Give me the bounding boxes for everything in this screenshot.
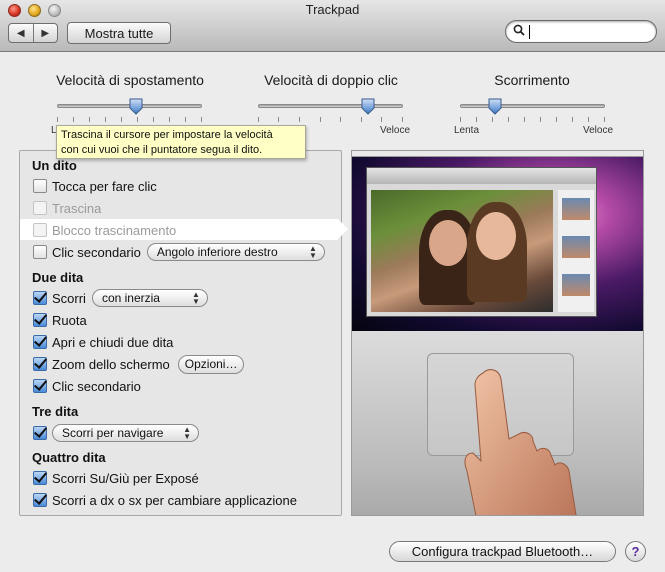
secondary-click-corner-popup[interactable]: Angolo inferiore destro ▲ ▼ [146, 243, 325, 261]
expose-checkbox[interactable] [33, 471, 47, 485]
section-one-finger: Un dito [32, 158, 77, 173]
preview-photo [371, 190, 553, 312]
tap-to-click-checkbox[interactable] [33, 179, 47, 193]
two-finger-scroll-checkbox[interactable] [33, 291, 47, 305]
scrolling-speed-max-label: Veloce [583, 125, 614, 136]
tracking-speed-label: Velocità di spostamento [56, 72, 204, 88]
tap-to-click-label: Tocca per fare clic [52, 178, 157, 194]
double-click-speed-slider[interactable] [258, 104, 403, 108]
scroll-inertia-popup[interactable]: con inerzia ▲ ▼ [91, 289, 208, 307]
three-finger-option[interactable]: Scorri per navigare ▲ ▼ [33, 424, 199, 442]
tracking-speed-thumb[interactable] [129, 98, 143, 115]
pinch-label: Apri e chiudi due dita [52, 334, 174, 350]
one-finger-secondary-click-option[interactable]: Clic secondario Angolo inferiore destro … [33, 243, 325, 261]
window-title: Trackpad [305, 2, 360, 17]
two-finger-secondary-click-checkbox[interactable] [33, 379, 47, 393]
preferences-window: Trackpad ◀ ▶ Mostra tutte Velocità di sp… [0, 0, 665, 572]
popup-arrows-icon: ▲ ▼ [308, 244, 317, 260]
zoom-options-button[interactable]: Opzioni… [177, 354, 245, 374]
three-finger-gesture-popup[interactable]: Scorri per navigare ▲ ▼ [52, 424, 199, 442]
secondary-click-corner-value: Angolo inferiore destro [156, 245, 278, 259]
drag-lock-checkbox [33, 223, 47, 237]
section-three-fingers: Tre dita [32, 404, 79, 419]
scrolling-speed-label: Scorrimento [494, 72, 570, 88]
rotate-checkbox[interactable] [33, 313, 47, 327]
help-button[interactable]: ? [625, 541, 646, 562]
navigation-segment: ◀ ▶ [8, 23, 58, 43]
tracking-speed-tooltip: Trascina il cursore per impostare la vel… [56, 125, 306, 159]
rotate-label: Ruota [52, 312, 87, 328]
two-finger-secondary-click-label: Clic secondario [52, 378, 141, 394]
preview-thumbnail-strip [558, 190, 594, 312]
two-finger-scroll-label: Scorri [52, 290, 86, 306]
section-four-fingers: Quattro dita [32, 450, 106, 465]
hand-icon [447, 361, 597, 515]
preview-menubar [352, 151, 643, 157]
screen-zoom-option[interactable]: Zoom dello schermo Opzioni… [33, 354, 245, 374]
preview-window-toolbar [367, 168, 596, 184]
switch-app-label: Scorri a dx o sx per cambiare applicazio… [52, 492, 297, 508]
tooltip-line-2: con cui vuoi che il puntatore segua il d… [61, 144, 263, 156]
scrolling-speed-min-label: Lenta [454, 125, 480, 136]
popup-arrows-icon: ▲ ▼ [183, 425, 191, 441]
configure-bluetooth-trackpad-button[interactable]: Configura trackpad Bluetooth… [389, 541, 616, 562]
drag-checkbox [33, 201, 47, 215]
double-click-speed-max-label: Veloce [380, 125, 411, 136]
rotate-option[interactable]: Ruota [33, 311, 87, 329]
drag-option: Trascina [33, 199, 101, 217]
scrolling-speed-slider[interactable] [460, 104, 605, 108]
one-finger-secondary-click-label: Clic secondario [52, 244, 141, 260]
switch-app-option[interactable]: Scorri a dx o sx per cambiare applicazio… [33, 491, 297, 509]
double-click-speed-thumb[interactable] [361, 98, 375, 115]
screen-zoom-checkbox[interactable] [33, 357, 47, 371]
screen-zoom-label: Zoom dello schermo [52, 356, 170, 372]
three-finger-gesture-value: Scorri per navigare [62, 426, 164, 440]
scrolling-speed-ticks [460, 117, 605, 122]
tracking-speed-ticks [57, 117, 202, 122]
text-caret [529, 25, 530, 39]
forward-arrow-icon[interactable]: ▶ [34, 24, 58, 42]
gesture-preview [351, 150, 644, 516]
search-input[interactable] [505, 20, 657, 43]
scroll-inertia-value: con inerzia [101, 291, 160, 305]
double-click-speed-ticks [258, 117, 403, 122]
tap-to-click-option[interactable]: Tocca per fare clic [33, 177, 157, 195]
popup-arrows-icon: ▲ ▼ [192, 290, 200, 306]
drag-label: Trascina [52, 200, 102, 216]
two-finger-scroll-option[interactable]: Scorri con inerzia ▲ ▼ [33, 289, 208, 307]
two-finger-secondary-click-option[interactable]: Clic secondario [33, 377, 141, 395]
pinch-option[interactable]: Apri e chiudi due dita [33, 333, 173, 351]
drag-lock-label: Blocco trascinamento [52, 222, 177, 238]
preview-trackpad-area [352, 331, 643, 515]
expose-option[interactable]: Scorri Su/Giù per Exposé [33, 469, 199, 487]
show-all-button[interactable]: Mostra tutte [67, 22, 171, 44]
back-arrow-icon[interactable]: ◀ [9, 24, 34, 42]
section-two-fingers: Due dita [32, 270, 84, 285]
preview-desktop-image [352, 151, 643, 331]
toolbar: Trackpad ◀ ▶ Mostra tutte [0, 0, 665, 52]
search-icon [513, 24, 525, 39]
expose-label: Scorri Su/Giù per Exposé [52, 470, 199, 486]
double-click-speed-label: Velocità di doppio clic [264, 72, 398, 88]
tooltip-line-1: Trascina il cursore per impostare la vel… [61, 129, 273, 141]
three-finger-checkbox[interactable] [33, 426, 47, 440]
one-finger-secondary-click-checkbox[interactable] [33, 245, 47, 259]
scrolling-speed-thumb[interactable] [488, 98, 502, 115]
switch-app-checkbox[interactable] [33, 493, 47, 507]
pinch-checkbox[interactable] [33, 335, 47, 349]
drag-lock-option: Blocco trascinamento [33, 221, 176, 239]
preview-photo-window [366, 167, 597, 317]
